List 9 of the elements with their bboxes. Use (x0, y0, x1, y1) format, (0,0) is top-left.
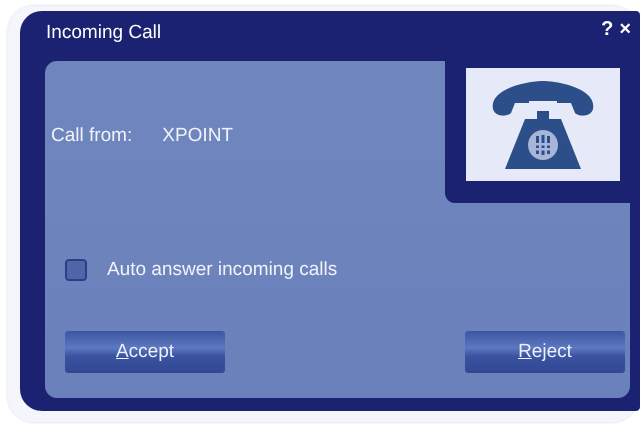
caller-label: Call from: (51, 125, 132, 147)
help-button[interactable]: ? (598, 18, 616, 40)
reject-button[interactable]: Reject (465, 331, 625, 373)
window-title: Incoming Call (46, 22, 162, 44)
caller-name: XPOINT (162, 125, 234, 147)
close-button[interactable]: × (616, 18, 634, 40)
accept-button[interactable]: Accept (65, 331, 225, 373)
checkbox-label: Auto answer incoming calls (107, 259, 338, 281)
checkbox[interactable] (65, 259, 87, 281)
